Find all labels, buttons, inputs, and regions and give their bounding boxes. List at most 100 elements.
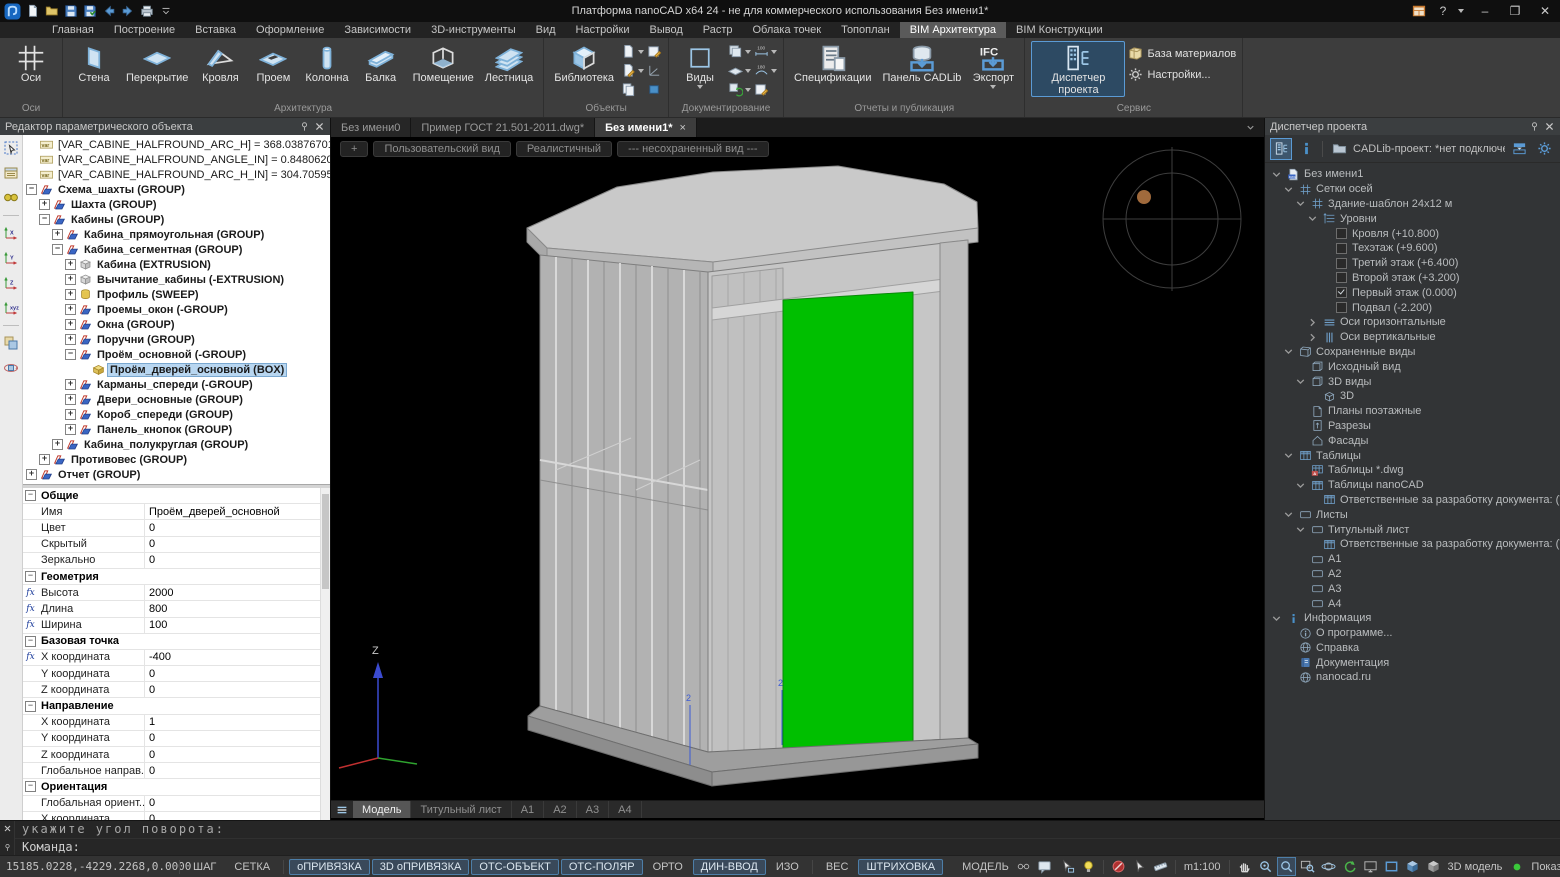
chevron-down-icon[interactable] <box>1294 197 1307 210</box>
param-tree-item[interactable]: +Окна (GROUP) <box>23 317 330 332</box>
annotation-button[interactable] <box>1035 857 1054 876</box>
ribbon-button-project-dispatcher[interactable]: Диспетчер проекта <box>1031 41 1125 97</box>
project-tree-item[interactable]: Информация <box>1265 611 1560 626</box>
project-tree-item[interactable]: Разрезы <box>1265 419 1560 434</box>
collapse-icon[interactable]: − <box>39 214 50 225</box>
project-tree-item[interactable]: Документация <box>1265 655 1560 670</box>
property-value[interactable]: 0 <box>145 749 330 761</box>
ribbon-tab-9[interactable]: Вывод <box>639 22 692 38</box>
expand-icon[interactable]: + <box>39 199 50 210</box>
customize-arrow-button[interactable] <box>159 4 173 18</box>
pin-icon[interactable] <box>299 121 310 132</box>
project-tree-item[interactable]: Ответственные за разработку документа: (… <box>1265 493 1560 508</box>
param-tree-item[interactable]: +Профиль (SWEEP) <box>23 287 330 302</box>
property-value[interactable]: 2000 <box>145 587 330 599</box>
object-properties-icon[interactable] <box>3 165 19 181</box>
project-tree-item[interactable]: Титульный лист <box>1265 522 1560 537</box>
expand-icon[interactable]: + <box>65 319 76 330</box>
expand-icon[interactable]: + <box>65 379 76 390</box>
ribbon-button-ifc[interactable]: IFCЭкспорт <box>968 41 1018 91</box>
ribbon-tab-3[interactable]: Вставка <box>185 22 246 38</box>
param-tree-item[interactable]: +Карманы_спереди (-GROUP) <box>23 377 330 392</box>
ribbon-small-button-dim180[interactable]: 180 <box>754 63 777 78</box>
project-link-button[interactable] <box>1014 857 1033 876</box>
ribbon-small-button-doc[interactable] <box>621 44 644 59</box>
project-tree-item[interactable]: О программе... <box>1265 626 1560 641</box>
new-file-button[interactable] <box>26 4 40 18</box>
project-tree-item[interactable]: Таблицы <box>1265 448 1560 463</box>
project-tree-item[interactable]: Уровни <box>1265 211 1560 226</box>
param-tree-item[interactable]: +Панель_кнопок (GROUP) <box>23 422 330 437</box>
param-tree-item[interactable]: +Шахта (GROUP) <box>23 197 330 212</box>
elevator-cabin-model[interactable] <box>527 166 978 786</box>
expand-icon[interactable]: + <box>65 409 76 420</box>
ribbon-small-button-sheet-edit[interactable] <box>754 82 777 97</box>
param-tree-item[interactable]: Проём_дверей_основной (BOX) <box>23 362 330 377</box>
monitor-button[interactable] <box>1361 857 1380 876</box>
ribbon-small-button-dim100[interactable]: 100 <box>754 44 777 59</box>
expand-icon[interactable]: + <box>52 229 63 240</box>
param-tree-item[interactable]: var[VAR_CABINE_HALFROUND_ARC_H] = 368.03… <box>23 137 330 152</box>
param-tree-item[interactable]: +Противовес (GROUP) <box>23 452 330 467</box>
ribbon-tab-13[interactable]: BIM Архитектура <box>900 22 1006 38</box>
param-tree-item[interactable]: +Поручни (GROUP) <box>23 332 330 347</box>
ribbon-button-room[interactable]: Помещение <box>409 41 478 85</box>
no-entry-button[interactable] <box>1109 857 1128 876</box>
ruler-button[interactable] <box>1151 857 1170 876</box>
collapse-icon[interactable]: − <box>25 701 36 712</box>
project-tree-item[interactable]: DWGБез имени1 <box>1265 167 1560 182</box>
layout-tab-4[interactable]: А2 <box>544 801 576 818</box>
ribbon-small-button-stack[interactable] <box>728 44 751 59</box>
expand-icon[interactable]: + <box>39 454 50 465</box>
project-tree-item[interactable]: Фасады <box>1265 433 1560 448</box>
property-value[interactable]: Проём_дверей_основной <box>145 506 330 518</box>
project-tree-item[interactable]: Сохраненные виды <box>1265 345 1560 360</box>
scale-indicator[interactable]: m1:100 <box>1181 861 1224 873</box>
navigation-compass[interactable] <box>1103 147 1241 291</box>
cursor-button[interactable] <box>1130 857 1149 876</box>
frame-button[interactable] <box>1382 857 1401 876</box>
param-tree-item[interactable]: +Проемы_окон (-GROUP) <box>23 302 330 317</box>
expand-icon[interactable]: + <box>65 304 76 315</box>
nanocad-logo-button[interactable] <box>4 3 21 20</box>
ribbon-tab-5[interactable]: Зависимости <box>334 22 421 38</box>
toggle-6[interactable]: ОТС-ПОЛЯР <box>561 859 643 875</box>
ribbon-tab-14[interactable]: BIM Конструкции <box>1006 22 1113 38</box>
print-button[interactable] <box>140 4 154 18</box>
toggle-11[interactable]: ШТРИХОВКА <box>858 859 943 875</box>
minimize-button[interactable]: – <box>1470 0 1500 22</box>
property-value[interactable]: 0 <box>145 554 330 566</box>
axis-y-icon[interactable]: Y <box>3 250 19 266</box>
param-tree-item[interactable]: −Кабины (GROUP) <box>23 212 330 227</box>
expand-icon[interactable]: + <box>65 424 76 435</box>
project-tree-item[interactable]: Справка <box>1265 641 1560 656</box>
property-value[interactable]: -400 <box>145 651 330 663</box>
ribbon-tab-12[interactable]: Топоплан <box>831 22 900 38</box>
close-button[interactable]: ✕ <box>1530 0 1560 22</box>
chevron-down-icon[interactable] <box>1294 375 1307 388</box>
help-dropdown-button[interactable] <box>1452 0 1470 22</box>
expand-icon[interactable]: + <box>65 289 76 300</box>
close-icon[interactable] <box>3 824 12 833</box>
expand-icon[interactable]: + <box>65 259 76 270</box>
select-objects-icon[interactable] <box>3 140 19 156</box>
project-tree-item[interactable]: Листы <box>1265 507 1560 522</box>
axis-x-icon[interactable]: X <box>3 225 19 241</box>
pin-icon[interactable] <box>3 843 12 852</box>
zoom-window-button[interactable] <box>1298 857 1317 876</box>
close-icon[interactable] <box>1544 121 1555 132</box>
ribbon-small-button-sheet-edit[interactable] <box>647 44 662 59</box>
save-all-button[interactable] <box>83 4 97 18</box>
ribbon-button-column[interactable]: Колонна <box>301 41 352 85</box>
chevron-down-icon[interactable] <box>1282 345 1295 358</box>
view-button-2[interactable]: Пользовательский вид <box>373 141 510 157</box>
view-button-3[interactable]: Реалистичный <box>516 141 612 157</box>
chevron-right-icon[interactable] <box>1306 316 1319 329</box>
view-button-1[interactable]: + <box>340 141 368 157</box>
checkbox-unchecked[interactable] <box>1336 228 1347 239</box>
param-tree-item[interactable]: −Схема_шахты (GROUP) <box>23 182 330 197</box>
checkbox-unchecked[interactable] <box>1336 272 1347 283</box>
ribbon-small-button-axes-tool[interactable] <box>647 63 662 78</box>
maximize-button[interactable]: ❐ <box>1500 0 1530 22</box>
hand-button[interactable] <box>1235 857 1254 876</box>
